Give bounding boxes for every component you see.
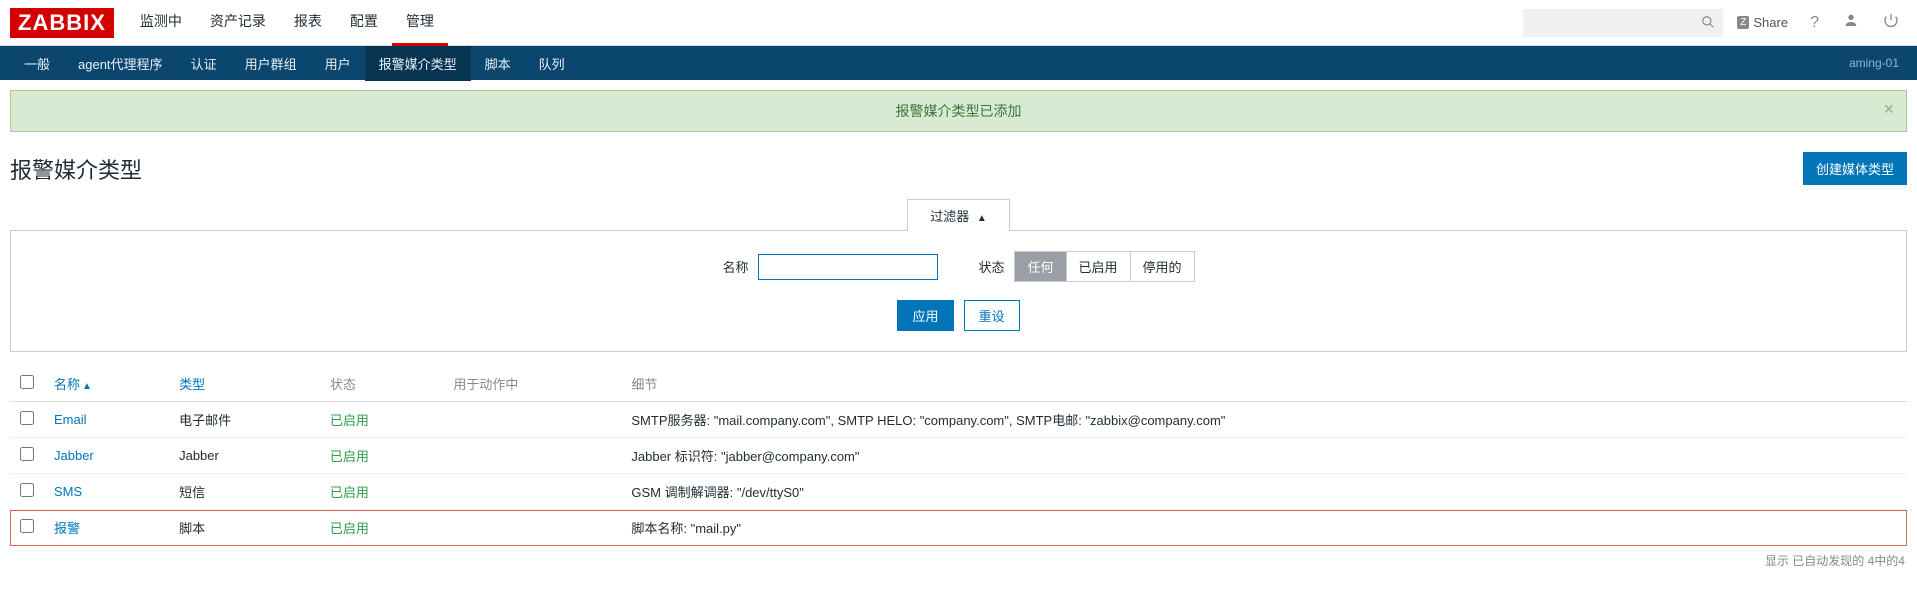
- subnav-item[interactable]: agent代理程序: [64, 46, 177, 81]
- filter-panel: 过滤器 ▲ 名称 状态 任何已启用停用的 应用 重设: [10, 199, 1907, 352]
- topnav-item[interactable]: 资产记录: [196, 0, 280, 46]
- details-cell: SMTP服务器: "mail.company.com", SMTP HELO: …: [621, 402, 1907, 438]
- select-all-checkbox[interactable]: [20, 375, 34, 389]
- search-input[interactable]: [1523, 9, 1723, 37]
- topnav-items: 监测中资产记录报表配置管理: [126, 0, 448, 46]
- subnav-item[interactable]: 脚本: [471, 46, 525, 81]
- used-in-cell: [443, 438, 621, 474]
- subnav-item[interactable]: 报警媒介类型: [365, 46, 471, 81]
- success-text: 报警媒介类型已添加: [896, 103, 1022, 119]
- search-icon[interactable]: [1701, 15, 1715, 32]
- global-search: [1523, 9, 1723, 37]
- media-type-cell: 脚本: [169, 510, 320, 546]
- table-row: 报警 脚本已启用 脚本名称: "mail.py": [10, 510, 1907, 546]
- power-icon[interactable]: [1875, 12, 1907, 33]
- media-type-table: 名称▲ 类型 状态 用于动作中 细节 Email电子邮件已启用SMTP服务器: …: [10, 366, 1907, 546]
- media-name-link[interactable]: SMS: [54, 484, 82, 499]
- status-option[interactable]: 任何: [1015, 252, 1066, 281]
- header-status: 状态: [320, 366, 444, 402]
- media-name-link[interactable]: Jabber: [54, 448, 94, 463]
- used-in-cell: [443, 510, 621, 546]
- filter-name-input[interactable]: [758, 254, 938, 280]
- sort-asc-icon: ▲: [82, 381, 92, 392]
- host-name: aming-01: [1849, 56, 1907, 70]
- status-link[interactable]: 已启用: [330, 485, 369, 500]
- reset-button[interactable]: 重设: [964, 300, 1020, 331]
- header-name[interactable]: 名称: [54, 377, 80, 392]
- header-used-in: 用于动作中: [443, 366, 621, 402]
- row-checkbox[interactable]: [20, 411, 34, 425]
- subnav-item[interactable]: 队列: [525, 46, 579, 81]
- details-cell: 脚本名称: "mail.py": [621, 510, 1907, 546]
- details-cell: GSM 调制解调器: "/dev/ttyS0": [621, 474, 1907, 510]
- chevron-up-icon: ▲: [977, 213, 987, 224]
- table-header-row: 名称▲ 类型 状态 用于动作中 细节: [10, 366, 1907, 402]
- subnav-items: 一般agent代理程序认证用户群组用户报警媒介类型脚本队列: [10, 46, 579, 81]
- success-message: 报警媒介类型已添加 ×: [10, 90, 1907, 132]
- status-radio-group: 任何已启用停用的: [1014, 251, 1194, 282]
- status-option[interactable]: 已启用: [1067, 252, 1131, 281]
- status-option[interactable]: 停用的: [1131, 252, 1194, 281]
- status-link[interactable]: 已启用: [330, 521, 369, 536]
- filter-name-label: 名称: [722, 257, 748, 276]
- status-link[interactable]: 已启用: [330, 449, 369, 464]
- create-media-type-button[interactable]: 创建媒体类型: [1803, 152, 1907, 185]
- page-title: 报警媒介类型: [10, 153, 142, 185]
- row-checkbox[interactable]: [20, 483, 34, 497]
- share-label: Share: [1753, 15, 1788, 30]
- table-row: Jabber Jabber 已启用 Jabber 标识符: "jabber@compa…: [10, 438, 1907, 474]
- share-button[interactable]: Z Share: [1731, 15, 1794, 30]
- filter-name-field: 名称: [722, 254, 938, 280]
- header-details: 细节: [621, 366, 1907, 402]
- help-icon[interactable]: ?: [1802, 14, 1827, 32]
- close-icon[interactable]: ×: [1883, 99, 1894, 120]
- media-type-cell: Jabber: [169, 438, 320, 474]
- topnav-item[interactable]: 管理: [392, 0, 448, 46]
- media-name-link[interactable]: Email: [54, 412, 87, 427]
- row-checkbox[interactable]: [20, 447, 34, 461]
- sub-nav: 一般agent代理程序认证用户群组用户报警媒介类型脚本队列 aming-01: [0, 46, 1917, 80]
- apply-button[interactable]: 应用: [897, 300, 953, 331]
- table-row: SMS 短信已启用 GSM 调制解调器: "/dev/ttyS0": [10, 474, 1907, 510]
- topnav-right: Z Share ?: [1523, 9, 1907, 37]
- status-link[interactable]: 已启用: [330, 413, 369, 428]
- topnav-item[interactable]: 配置: [336, 0, 392, 46]
- table-row: Email 电子邮件已启用 SMTP服务器: "mail.company.com",…: [10, 402, 1907, 438]
- filter-toggle-tab[interactable]: 过滤器 ▲: [907, 199, 1010, 231]
- top-nav: ZABBIX 监测中资产记录报表配置管理 Z Share ?: [0, 0, 1917, 46]
- subnav-item[interactable]: 认证: [177, 46, 231, 81]
- media-type-cell: 短信: [169, 474, 320, 510]
- z-badge-icon: Z: [1737, 16, 1749, 29]
- filter-body: 名称 状态 任何已启用停用的 应用 重设: [10, 230, 1907, 352]
- media-name-link[interactable]: 报警: [54, 521, 80, 536]
- subnav-item[interactable]: 用户: [311, 46, 365, 81]
- filter-status-field: 状态 任何已启用停用的: [978, 251, 1194, 282]
- topnav-item[interactable]: 监测中: [126, 0, 196, 46]
- media-type-cell: 电子邮件: [169, 402, 320, 438]
- filter-tab-label: 过滤器: [930, 209, 969, 224]
- details-cell: Jabber 标识符: "jabber@company.com": [621, 438, 1907, 474]
- page-header: 报警媒介类型 创建媒体类型: [0, 142, 1917, 199]
- subnav-item[interactable]: 用户群组: [231, 46, 311, 81]
- brand-logo[interactable]: ZABBIX: [10, 8, 114, 38]
- used-in-cell: [443, 402, 621, 438]
- subnav-item[interactable]: 一般: [10, 46, 64, 81]
- topnav-item[interactable]: 报表: [280, 0, 336, 46]
- footer-count: 显示 已自动发现的 4中的4: [0, 552, 1905, 569]
- user-icon[interactable]: [1835, 12, 1867, 33]
- row-checkbox[interactable]: [20, 519, 34, 533]
- header-type[interactable]: 类型: [179, 377, 205, 392]
- filter-status-label: 状态: [978, 257, 1004, 276]
- used-in-cell: [443, 474, 621, 510]
